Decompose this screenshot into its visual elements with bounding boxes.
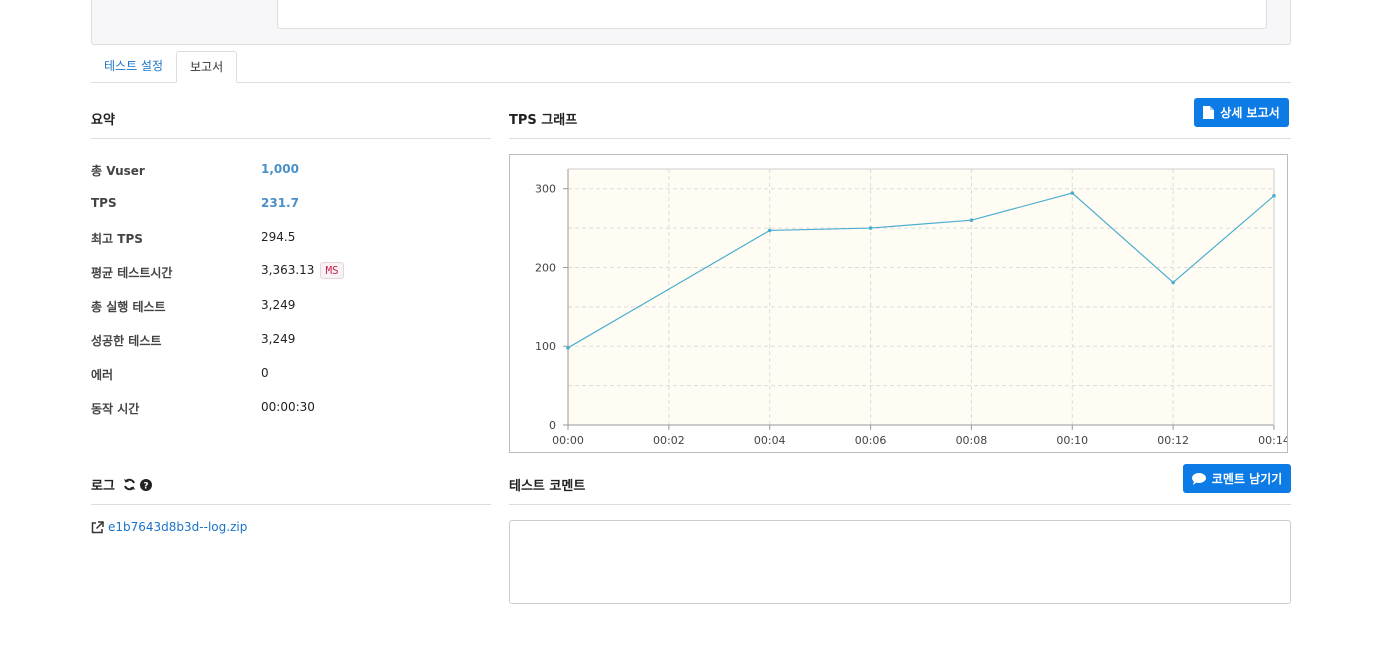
comment-divider xyxy=(509,504,1291,505)
y-tick-label: 200 xyxy=(535,261,556,274)
summary-label-total-tests: 총 실행 테스트 xyxy=(91,300,166,314)
tps-data-point xyxy=(969,218,974,222)
summary-label-peak-tps: 최고 TPS xyxy=(91,232,143,246)
log-divider xyxy=(91,504,491,505)
summary-label-avg-test-time: 평균 테스트시간 xyxy=(91,266,173,280)
x-tick-label: 00:12 xyxy=(1157,434,1189,447)
refresh-icon[interactable] xyxy=(123,478,136,491)
y-tick-label: 0 xyxy=(549,419,556,432)
summary-value-errors: 0 xyxy=(261,366,269,380)
summary-divider xyxy=(91,138,491,139)
x-tick-label: 00:14 xyxy=(1258,434,1287,447)
summary-label-run-time: 동작 시간 xyxy=(91,402,140,416)
comment-list xyxy=(509,520,1291,604)
tps-graph-title: TPS 그래프 xyxy=(509,113,578,128)
tps-chart-container: 0 100 200 300 00:00 00:02 00:04 00:06 00:08 00:10… xyxy=(509,154,1290,453)
tps-data-point xyxy=(1070,191,1075,195)
summary-value-tps: 231.7 xyxy=(261,196,299,210)
tps-chart: 0 100 200 300 00:00 00:02 00:04 00:06 00:08 00:10… xyxy=(535,168,1290,447)
file-icon xyxy=(1203,106,1215,119)
x-tick-label: 00:00 xyxy=(552,434,584,447)
help-icon[interactable]: ? xyxy=(139,478,152,491)
summary-value-total-tests: 3,249 xyxy=(261,298,296,312)
plot-area xyxy=(568,169,1274,425)
test-comment-title: 테스트 코멘트 xyxy=(509,479,586,494)
log-title: 로그 xyxy=(91,479,115,494)
summary-label-errors: 에러 xyxy=(91,368,114,382)
y-tick-label: 100 xyxy=(535,340,556,353)
tps-data-point xyxy=(566,346,570,350)
x-tick-label: 00:04 xyxy=(754,434,786,447)
svg-text:?: ? xyxy=(143,481,148,491)
x-tick-label: 00:10 xyxy=(1056,434,1088,447)
settings-panel xyxy=(91,0,1291,45)
summary-label-successful-tests: 성공한 테스트 xyxy=(91,334,162,348)
summary-value-successful-tests: 3,249 xyxy=(261,332,296,346)
external-link-icon xyxy=(91,520,104,534)
tps-graph-divider xyxy=(509,138,1291,139)
tps-data-point xyxy=(1171,280,1175,285)
detailed-report-button[interactable]: 상세 보고서 xyxy=(1194,98,1289,127)
summary-value-vuser: 1,000 xyxy=(261,162,299,176)
summary-value-run-time: 00:00:30 xyxy=(261,400,315,414)
summary-label-tps: TPS xyxy=(91,196,117,210)
tab-bar: 테스트 설정 보고서 xyxy=(91,51,1291,83)
settings-text-area[interactable] xyxy=(277,0,1267,29)
tps-data-point xyxy=(1272,193,1276,198)
x-tick-label: 00:08 xyxy=(956,434,988,447)
summary-value-peak-tps: 294.5 xyxy=(261,230,296,244)
avg-test-time-number: 3,363.13 xyxy=(261,263,315,277)
x-tick-label: 00:02 xyxy=(653,434,685,447)
tps-data-point xyxy=(767,228,772,233)
comment-icon xyxy=(1191,472,1206,485)
log-file-link[interactable]: e1b7643d8b3d--log.zip xyxy=(91,520,247,534)
tps-data-point xyxy=(868,226,873,230)
summary-label-vuser: 총 Vuser xyxy=(91,164,145,178)
tab-report[interactable]: 보고서 xyxy=(176,51,238,83)
unit-badge: MS xyxy=(320,262,344,279)
tab-test-settings[interactable]: 테스트 설정 xyxy=(91,51,176,82)
x-tick-label: 00:06 xyxy=(855,434,887,447)
log-file-name: e1b7643d8b3d--log.zip xyxy=(108,520,248,534)
leave-comment-label: 코멘트 남기기 xyxy=(1211,472,1283,486)
log-header: 로그 ? xyxy=(91,475,152,494)
y-tick-label: 300 xyxy=(535,183,556,196)
leave-comment-button[interactable]: 코멘트 남기기 xyxy=(1183,464,1291,493)
summary-value-avg-test-time: 3,363.13 MS xyxy=(261,262,344,279)
detailed-report-label: 상세 보고서 xyxy=(1220,106,1280,120)
summary-title: 요약 xyxy=(91,113,115,128)
